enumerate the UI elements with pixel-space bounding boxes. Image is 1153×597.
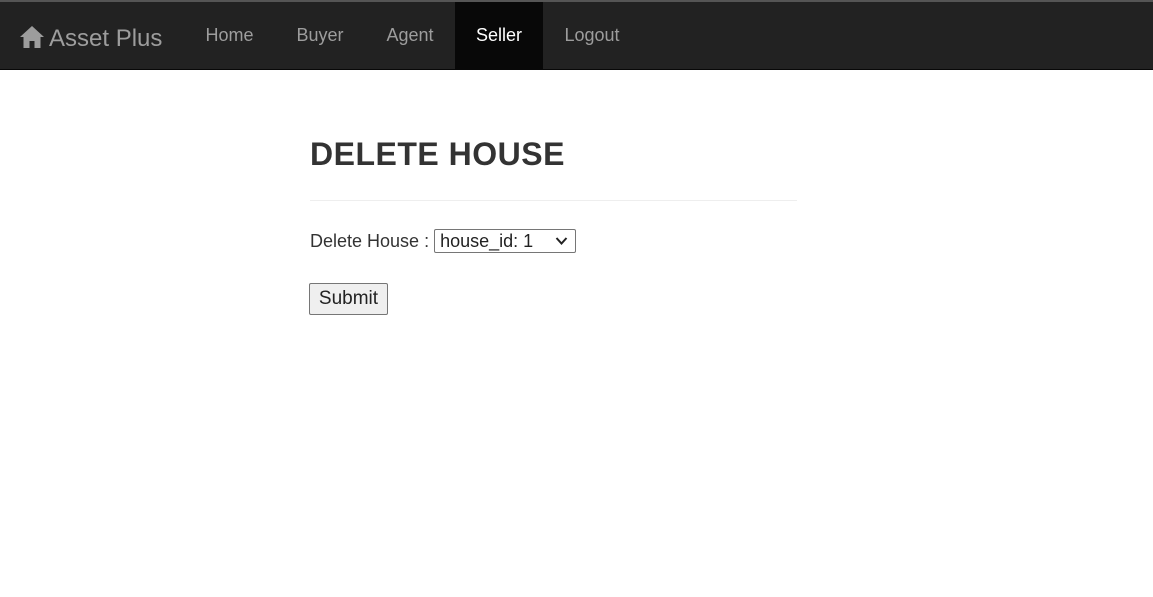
nav-item-seller[interactable]: Seller bbox=[455, 2, 543, 70]
nav-item-home[interactable]: Home bbox=[185, 2, 274, 70]
nav-item-label: Agent bbox=[386, 24, 434, 45]
nav-item-buyer[interactable]: Buyer bbox=[275, 2, 365, 70]
delete-house-label: Delete House : bbox=[310, 230, 430, 251]
brand-name: Asset Plus bbox=[49, 25, 163, 52]
submit-button[interactable]: Submit bbox=[309, 283, 388, 315]
nav-item-agent[interactable]: Agent bbox=[365, 2, 455, 70]
delete-house-form-row: Delete House : house_id: 1 bbox=[310, 229, 577, 253]
top-navbar: Asset Plus Home Buyer Agent Seller Logou… bbox=[0, 0, 1153, 70]
chevron-down-icon bbox=[555, 236, 568, 246]
home-icon bbox=[19, 25, 45, 49]
nav-item-label: Logout bbox=[564, 24, 620, 45]
nav-item-label: Buyer bbox=[296, 24, 344, 45]
nav-item-logout[interactable]: Logout bbox=[543, 2, 641, 70]
house-id-select-value: house_id: 1 bbox=[440, 231, 534, 251]
divider bbox=[310, 200, 797, 201]
brand-link[interactable]: Asset Plus bbox=[19, 4, 162, 70]
page-title: DELETE HOUSE bbox=[310, 136, 565, 172]
nav-item-label: Home bbox=[205, 24, 254, 45]
nav-item-label: Seller bbox=[475, 24, 523, 45]
house-id-select[interactable]: house_id: 1 bbox=[434, 229, 577, 253]
